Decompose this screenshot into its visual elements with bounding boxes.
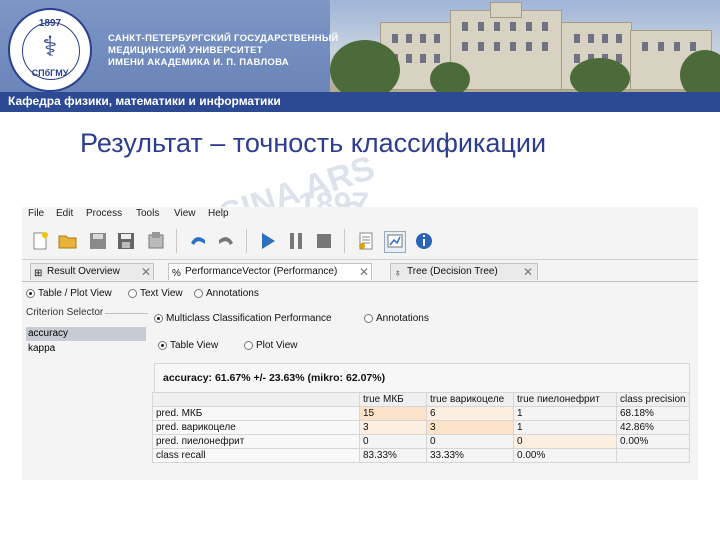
table-cell: 68.18% <box>616 406 690 421</box>
table-header-row: true МКБ true варикоцеле true пиелонефри… <box>152 392 690 407</box>
table-header-cell: true варикоцеле <box>426 392 514 407</box>
option-plot-view[interactable]: Plot View <box>244 340 298 351</box>
option-table-plot-view[interactable]: Table / Plot View <box>26 288 112 299</box>
tab-result-overview[interactable]: ⊞ Result Overview ✕ <box>30 263 154 280</box>
menu-bar: File Edit Process Tools View Help <box>22 207 698 222</box>
table-cell: 0 <box>426 434 514 449</box>
row-label: pred. пиелонефрит <box>152 434 360 449</box>
option-table-view[interactable]: Table View <box>158 340 218 351</box>
menu-view[interactable]: View <box>174 208 196 219</box>
row-label: pred. варикоцеле <box>152 420 360 435</box>
menu-tools[interactable]: Tools <box>136 208 159 219</box>
row-label: class recall <box>152 448 360 463</box>
logo-abbreviation: СПбГМУ <box>31 68 69 78</box>
table-cell: 0.00% <box>513 448 617 463</box>
table-row: pred. пиелонефрит 0 0 0 0.00% <box>152 434 690 449</box>
menu-edit[interactable]: Edit <box>56 208 73 219</box>
criterion-item-accuracy[interactable]: accuracy <box>26 327 146 341</box>
row-label: pred. МКБ <box>152 406 360 421</box>
info-icon[interactable] <box>414 231 434 251</box>
table-header-cell: class precision <box>616 392 690 407</box>
performance-type-options: Multiclass Classification Performance An… <box>154 313 454 327</box>
university-logo: 1897 ⚕ СПбГМУ <box>8 8 92 92</box>
table-row: pred. варикоцеле 3 3 1 42.86% <box>152 420 690 435</box>
menu-file[interactable]: File <box>28 208 44 219</box>
redo-icon[interactable] <box>216 231 236 251</box>
overview-icon: ⊞ <box>34 268 43 279</box>
table-cell: 0 <box>513 434 617 449</box>
save-icon[interactable] <box>88 231 108 251</box>
pause-icon[interactable] <box>286 231 306 251</box>
confusion-matrix: true МКБ true варикоцеле true пиелонефри… <box>152 392 690 463</box>
table-cell: 3 <box>359 420 427 435</box>
option-text-view[interactable]: Text View <box>128 288 183 299</box>
table-header-cell <box>152 392 360 407</box>
view-mode-options: Table / Plot View Text View Annotations <box>26 288 326 302</box>
option-perf-annotations[interactable]: Annotations <box>364 313 429 324</box>
logo-year: 1897 <box>38 18 62 29</box>
table-header-cell: true МКБ <box>359 392 427 407</box>
criterion-item-kappa[interactable]: kappa <box>26 342 146 356</box>
table-header-cell: true пиелонефрит <box>513 392 617 407</box>
university-name: САНКТ-ПЕТЕРБУРГСКИЙ ГОСУДАРСТВЕННЫЙ МЕДИ… <box>108 33 339 68</box>
building-photo <box>330 0 720 100</box>
performance-panel: Multiclass Classification Performance An… <box>148 305 698 480</box>
rapidminer-window: File Edit Process Tools View Help ⊞ Resu… <box>22 207 698 480</box>
table-cell: 1 <box>513 420 617 435</box>
accuracy-summary: accuracy: 61.67% +/- 23.63% (mikro: 62.0… <box>154 363 690 395</box>
perspective-icon[interactable] <box>384 231 406 253</box>
close-icon[interactable]: ✕ <box>359 264 369 280</box>
table-cell: 6 <box>426 406 514 421</box>
save-as-icon[interactable] <box>116 231 136 251</box>
menu-process[interactable]: Process <box>86 208 122 219</box>
export-icon[interactable] <box>146 231 166 251</box>
header-banner: 1897 ⚕ СПбГМУ САНКТ-ПЕТЕРБУРГСКИЙ ГОСУДА… <box>0 0 720 112</box>
accuracy-text: accuracy: 61.67% +/- 23.63% (mikro: 62.0… <box>163 372 386 384</box>
table-cell: 83.33% <box>359 448 427 463</box>
table-row: class recall 83.33% 33.33% 0.00% <box>152 448 690 463</box>
table-cell: 3 <box>426 420 514 435</box>
department-name: Кафедра физики, математики и информатики <box>8 94 281 108</box>
close-icon[interactable]: ✕ <box>141 264 151 280</box>
open-icon[interactable] <box>58 231 78 251</box>
criterion-selector-label: Criterion Selector <box>26 307 106 318</box>
option-annotations[interactable]: Annotations <box>194 288 259 299</box>
report-icon[interactable] <box>356 231 376 251</box>
percent-icon: % <box>172 268 181 279</box>
menu-help[interactable]: Help <box>208 208 229 219</box>
table-cell: 0.00% <box>616 434 690 449</box>
department-bar: Кафедра физики, математики и информатики <box>0 92 720 112</box>
table-cell: 42.86% <box>616 420 690 435</box>
tab-decision-tree[interactable]: ♁ Tree (Decision Tree) ✕ <box>390 263 538 280</box>
table-cell: 0 <box>359 434 427 449</box>
tab-performance-vector[interactable]: % PerformanceVector (Performance) ✕ <box>168 263 372 280</box>
table-row: pred. МКБ 15 6 1 68.18% <box>152 406 690 421</box>
close-icon[interactable]: ✕ <box>523 264 533 280</box>
undo-icon[interactable] <box>188 231 208 251</box>
new-process-icon[interactable] <box>30 231 50 251</box>
table-cell: 1 <box>513 406 617 421</box>
table-cell: 15 <box>359 406 427 421</box>
result-tabs: ⊞ Result Overview ✕ % PerformanceVector … <box>22 262 698 282</box>
tree-icon: ♁ <box>394 268 402 279</box>
display-mode-options: Table View Plot View <box>158 340 358 354</box>
table-cell: 33.33% <box>426 448 514 463</box>
caduceus-icon: ⚕ <box>42 31 58 62</box>
table-cell <box>616 448 690 463</box>
option-multiclass-performance[interactable]: Multiclass Classification Performance <box>154 313 332 324</box>
criterion-selector: Criterion Selector accuracy kappa <box>22 305 148 480</box>
run-icon[interactable] <box>258 231 278 251</box>
stop-icon[interactable] <box>314 231 334 251</box>
toolbar <box>22 223 698 260</box>
